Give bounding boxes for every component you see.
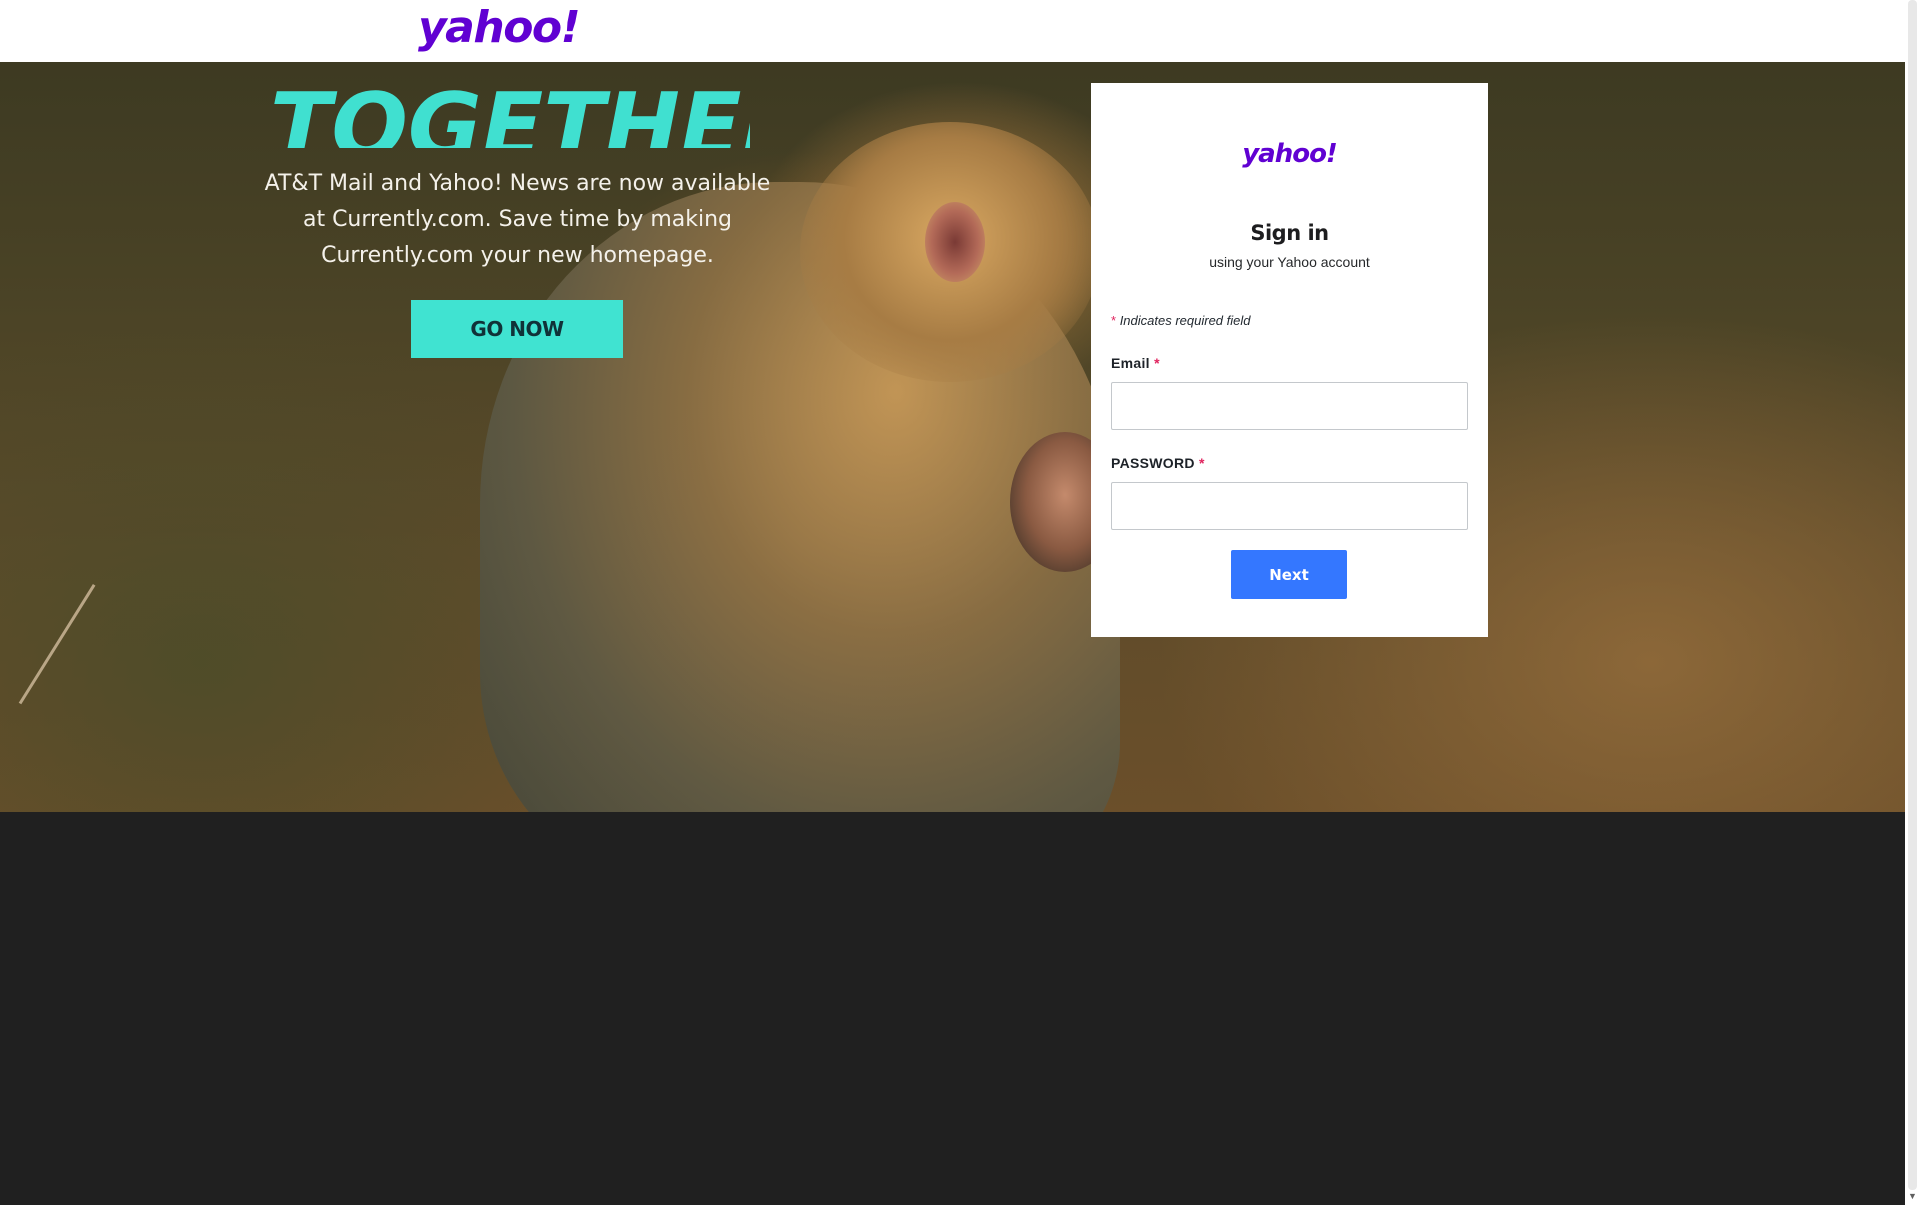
signin-card: yahoo! Sign in using your Yahoo account … xyxy=(1091,83,1488,637)
signin-title: Sign in xyxy=(1250,221,1329,245)
top-header: yahoo! xyxy=(0,0,1905,62)
ad-copy-line: at Currently.com. Save time by making xyxy=(302,207,733,232)
email-label-text: Email xyxy=(1111,355,1150,371)
required-star: * xyxy=(1199,455,1205,471)
required-star: * xyxy=(1111,313,1117,328)
scroll-thumb[interactable] xyxy=(1908,0,1917,1190)
monkey-ear-image xyxy=(925,202,985,282)
ad-copy-line: AT&T Mail and Yahoo! News are now availa… xyxy=(264,171,771,196)
email-input[interactable] xyxy=(1111,382,1468,430)
ad-copy: AT&T Mail and Yahoo! News are now availa… xyxy=(255,166,780,274)
password-input[interactable] xyxy=(1111,482,1468,530)
yahoo-logo[interactable]: yahoo! xyxy=(418,2,581,54)
card-yahoo-logo: yahoo! xyxy=(1242,139,1338,169)
ad-headline: TOGETHER xyxy=(270,82,750,148)
required-star: * xyxy=(1154,355,1160,371)
email-label: Email * xyxy=(1111,355,1160,371)
ad-copy-line: Currently.com your new homepage. xyxy=(321,243,714,268)
required-field-note: * Indicates required field xyxy=(1111,313,1251,328)
signin-subtitle: using your Yahoo account xyxy=(1209,254,1370,270)
password-label: PASSWORD * xyxy=(1111,455,1205,471)
vertical-scrollbar[interactable]: ▼ xyxy=(1905,0,1920,1205)
next-button[interactable]: Next xyxy=(1231,550,1347,599)
hero-banner: TOGETHER AT&T Mail and Yahoo! News are n… xyxy=(0,62,1905,812)
chevron-down-icon[interactable]: ▼ xyxy=(1908,1190,1917,1202)
required-note-text: Indicates required field xyxy=(1119,313,1251,328)
password-label-text: PASSWORD xyxy=(1111,455,1195,471)
branch-image xyxy=(18,583,96,705)
go-now-button[interactable]: GO NOW xyxy=(411,300,623,358)
